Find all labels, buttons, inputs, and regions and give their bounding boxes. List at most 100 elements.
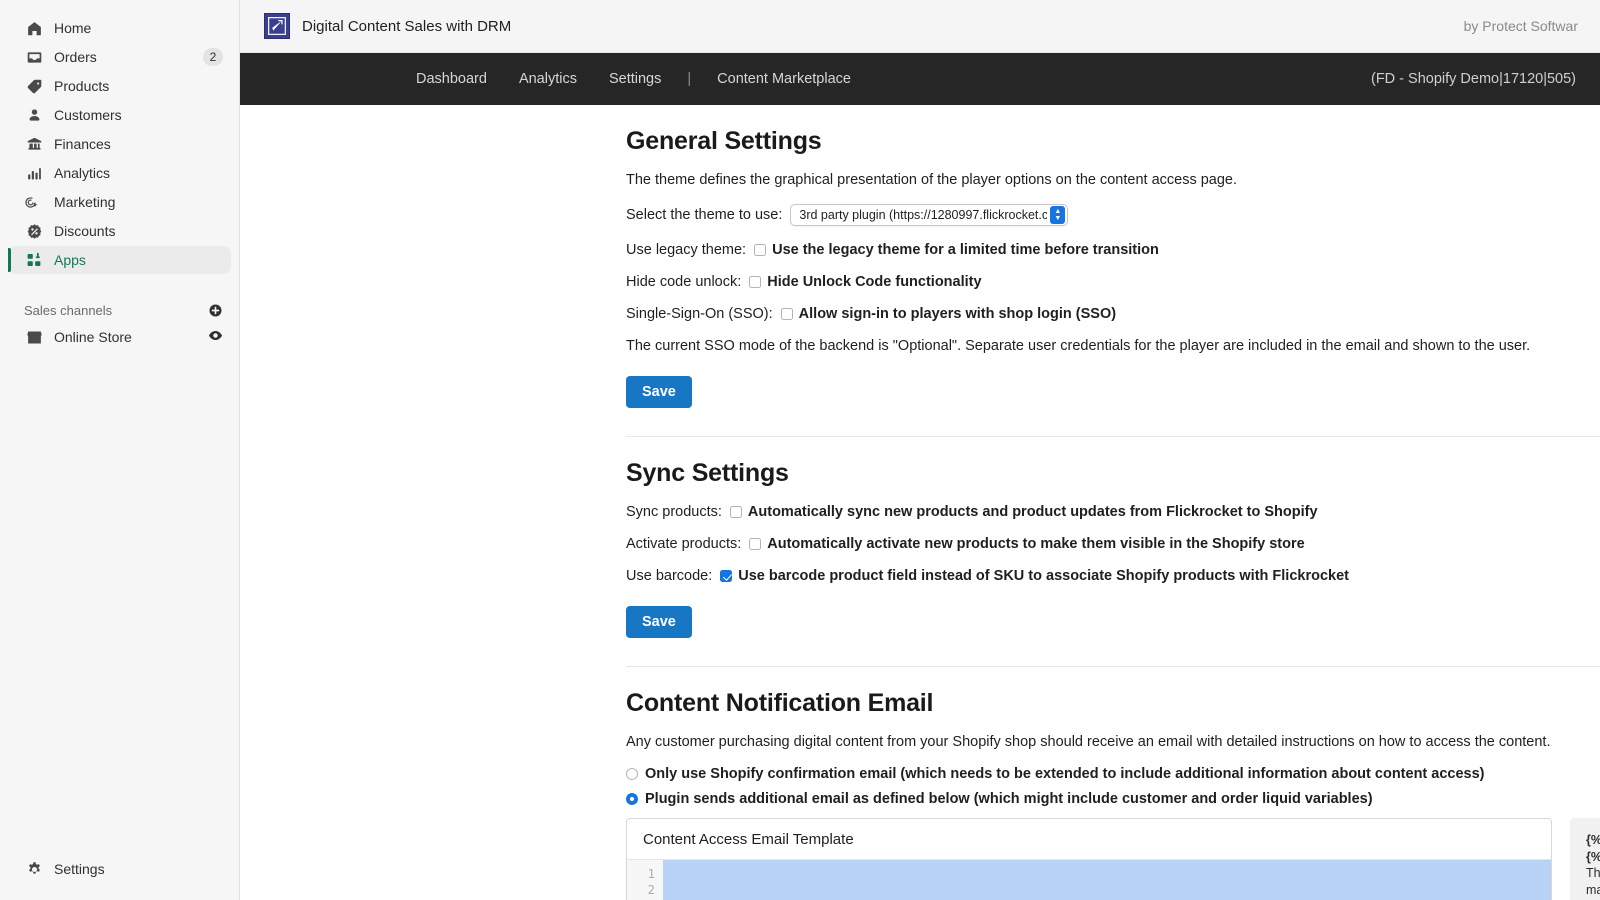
editor-title: Content Access Email Template — [627, 819, 1551, 860]
email-option-2-label: Plugin sends additional email as defined… — [645, 791, 1373, 807]
sales-channels-label: Sales channels — [24, 303, 112, 318]
activate-products-checkbox[interactable] — [749, 538, 761, 550]
email-option-2-row: Plugin sends additional email as defined… — [626, 791, 1600, 807]
main-area: Digital Content Sales with DRM by Protec… — [240, 0, 1600, 900]
hide-unlock-label: Hide code unlock: — [626, 274, 741, 290]
sidebar-item-online-store[interactable]: Online Store — [8, 323, 231, 351]
orders-count-badge: 2 — [203, 48, 223, 66]
sidebar-item-apps[interactable]: Apps — [8, 246, 231, 274]
nav-link-dashboard[interactable]: Dashboard — [400, 71, 503, 87]
line-number: 2 — [627, 882, 655, 898]
sidebar-item-orders[interactable]: Orders 2 — [8, 43, 231, 71]
activate-products-row: Activate products: Automatically activat… — [626, 536, 1600, 552]
active-indicator — [8, 248, 11, 272]
use-barcode-checkbox-label: Use barcode product field instead of SKU… — [738, 568, 1349, 584]
sidebar-item-marketing[interactable]: Marketing — [8, 188, 231, 216]
sidebar-item-home[interactable]: Home — [8, 14, 231, 42]
general-settings-description: The theme defines the graphical presenta… — [626, 172, 1600, 188]
email-template-editor: Content Access Email Template 1 2 3 4 5 … — [626, 818, 1552, 900]
app-byline: by Protect Softwar — [1464, 18, 1578, 34]
email-option-1-radio[interactable] — [626, 768, 638, 780]
help-marker-close: {% endcapture %} — [1586, 849, 1600, 866]
sync-products-checkbox[interactable] — [730, 506, 742, 518]
sidebar-item-label: Settings — [54, 861, 223, 877]
sales-channels-header: Sales channels — [0, 297, 239, 323]
legacy-theme-checkbox[interactable] — [754, 244, 766, 256]
app-header: Digital Content Sales with DRM by Protec… — [240, 0, 1600, 53]
sso-checkbox-label: Allow sign-in to players with shop login… — [799, 306, 1116, 322]
sidebar-item-label: Home — [54, 20, 223, 36]
home-icon — [24, 18, 44, 38]
plus-circle-icon[interactable] — [208, 303, 223, 318]
sync-products-checkbox-label: Automatically sync new products and prod… — [748, 504, 1318, 520]
code-lines[interactable]: {% capture email_title %}Content Access … — [663, 860, 1551, 900]
chevron-updown-icon[interactable]: ▲▼ — [1050, 206, 1065, 224]
email-option-1-row: Only use Shopify confirmation email (whi… — [626, 766, 1600, 782]
sidebar-item-label: Customers — [54, 107, 223, 123]
sidebar-item-analytics[interactable]: Analytics — [8, 159, 231, 187]
sync-products-row: Sync products: Automatically sync new pr… — [626, 504, 1600, 520]
sso-checkbox[interactable] — [781, 308, 793, 320]
eye-icon[interactable] — [208, 328, 223, 346]
divider — [626, 436, 1600, 437]
gear-icon — [24, 859, 44, 879]
theme-select-row: Select the theme to use: 3rd party plugi… — [626, 204, 1600, 226]
nav-link-content-marketplace[interactable]: Content Marketplace — [701, 71, 867, 87]
activate-products-checkbox-label: Automatically activate new products to m… — [767, 536, 1304, 552]
sidebar-item-label: Marketing — [54, 194, 223, 210]
theme-select[interactable]: 3rd party plugin (https://1280997.flickr… — [790, 204, 1068, 226]
products-tag-icon — [24, 76, 44, 96]
hide-unlock-checkbox-label: Hide Unlock Code functionality — [767, 274, 981, 290]
legacy-theme-checkbox-label: Use the legacy theme for a limited time … — [772, 242, 1159, 258]
sidebar-item-discounts[interactable]: Discounts — [8, 217, 231, 245]
sales-channels-list: Online Store — [0, 323, 239, 352]
hide-unlock-row: Hide code unlock: Hide Unlock Code funct… — [626, 274, 1600, 290]
sync-settings-save-button[interactable]: Save — [626, 606, 692, 638]
sidebar-item-label: Finances — [54, 136, 223, 152]
help-marker-open: {% capture email_title %} — [1586, 832, 1600, 849]
sidebar-item-products[interactable]: Products — [8, 72, 231, 100]
customers-person-icon — [24, 105, 44, 125]
activate-products-label: Activate products: — [626, 536, 741, 552]
email-template-editor-area: Content Access Email Template 1 2 3 4 5 … — [626, 818, 1600, 900]
sidebar-item-label: Online Store — [54, 329, 208, 345]
sidebar-item-settings[interactable]: Settings — [8, 855, 231, 883]
line-number: 1 — [627, 866, 655, 882]
sso-label: Single-Sign-On (SSO): — [626, 306, 773, 322]
liquid-variables-help-panel: {% capture email_title %} {% endcapture … — [1570, 818, 1600, 900]
email-option-2-radio[interactable] — [626, 793, 638, 805]
use-barcode-checkbox[interactable] — [720, 570, 732, 582]
sidebar-item-label: Discounts — [54, 223, 223, 239]
app-root: Home Orders 2 Products Customers — [0, 0, 1600, 900]
store-icon — [24, 327, 44, 347]
marketing-target-icon — [24, 192, 44, 212]
hide-unlock-checkbox[interactable] — [749, 276, 761, 288]
app-nav-bar: Dashboard Analytics Settings | Content M… — [240, 53, 1600, 105]
legacy-theme-label: Use legacy theme: — [626, 242, 746, 258]
sidebar-item-customers[interactable]: Customers — [8, 101, 231, 129]
app-title: Digital Content Sales with DRM — [302, 18, 511, 35]
orders-icon — [24, 47, 44, 67]
sidebar-item-finances[interactable]: Finances — [8, 130, 231, 158]
sso-row: Single-Sign-On (SSO): Allow sign-in to p… — [626, 306, 1600, 322]
account-info: (FD - Shopify Demo|17120|505) — [1371, 71, 1576, 87]
discounts-percent-icon — [24, 221, 44, 241]
sidebar-item-label: Orders — [54, 49, 203, 65]
sso-note: The current SSO mode of the backend is "… — [626, 338, 1600, 354]
analytics-bars-icon — [24, 163, 44, 183]
sidebar-footer: Settings — [0, 855, 239, 884]
theme-select-value: 3rd party plugin (https://1280997.flickr… — [799, 208, 1047, 222]
code-area[interactable]: 1 2 3 4 5 6 {% capture email_title %}Con… — [627, 860, 1551, 900]
nav-link-analytics[interactable]: Analytics — [503, 71, 593, 87]
content-notification-title: Content Notification Email — [626, 689, 1600, 718]
nav-link-settings[interactable]: Settings — [593, 71, 677, 87]
help-entry-email-title: {% capture email_title %} {% endcapture … — [1586, 832, 1600, 900]
finances-bank-icon — [24, 134, 44, 154]
email-option-1-label: Only use Shopify confirmation email (whi… — [645, 766, 1485, 782]
settings-content: General Settings The theme defines the g… — [240, 105, 1600, 900]
general-settings-save-button[interactable]: Save — [626, 376, 692, 408]
general-settings-title: General Settings — [626, 127, 1600, 156]
sidebar-item-label: Analytics — [54, 165, 223, 181]
app-nav-links: Dashboard Analytics Settings | Content M… — [400, 71, 867, 87]
sync-products-label: Sync products: — [626, 504, 722, 520]
